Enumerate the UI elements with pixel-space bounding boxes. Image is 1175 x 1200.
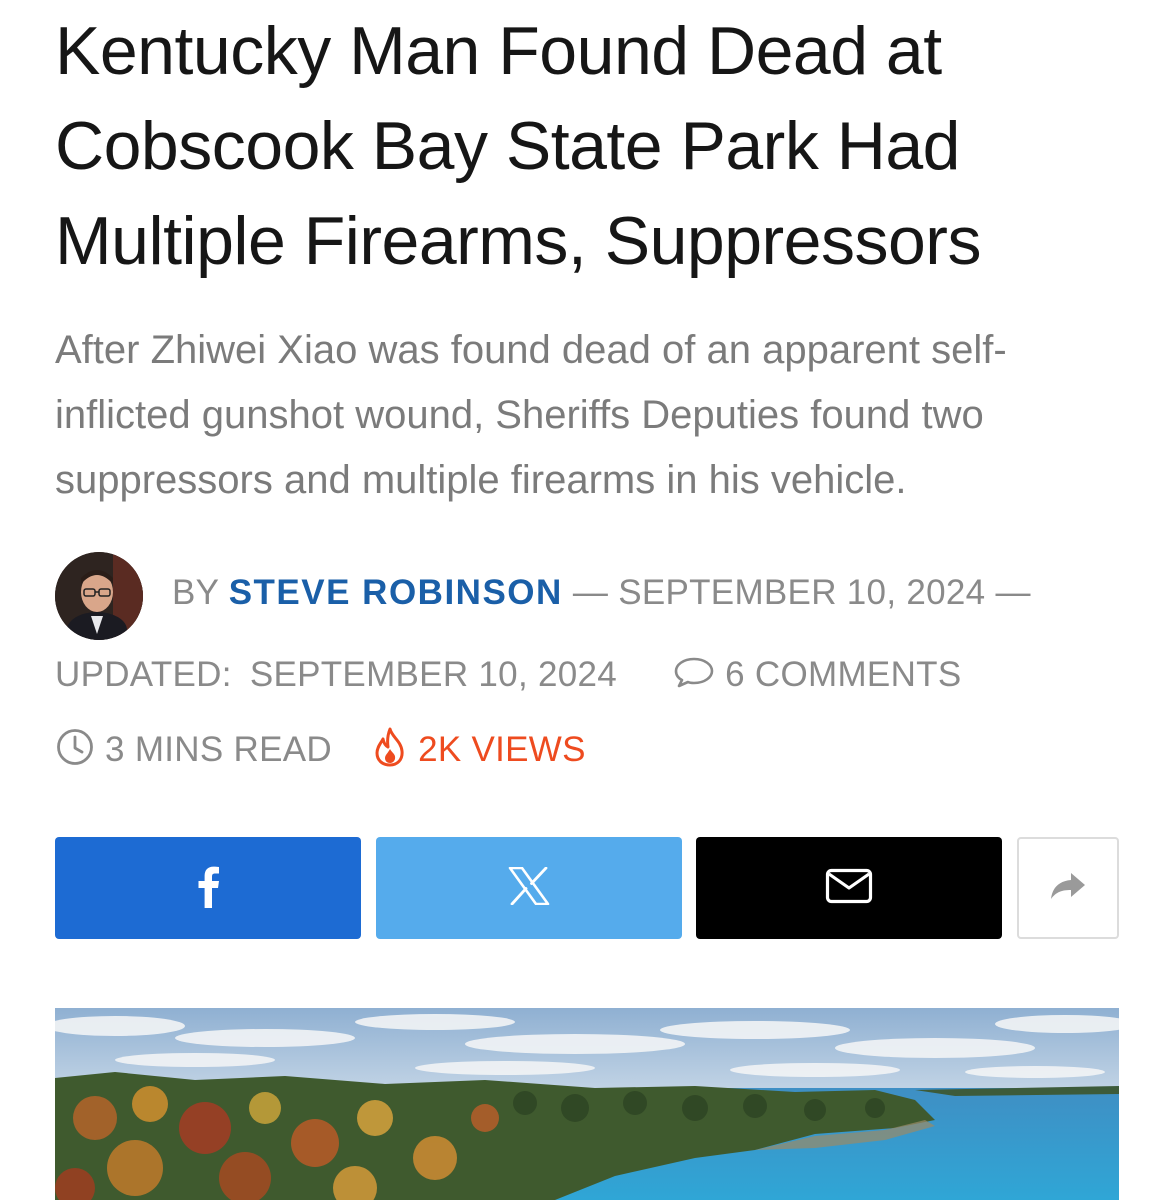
share-facebook-button[interactable]: [55, 837, 361, 939]
separator: —: [572, 573, 609, 612]
comments-count: 6 COMMENTS: [725, 655, 962, 694]
views-count: 2K VIEWS: [418, 729, 586, 769]
by-label: BY: [172, 573, 219, 612]
author-avatar[interactable]: [55, 552, 143, 640]
dek-line: After Zhiwei Xiao was found dead of an a…: [55, 328, 1007, 372]
views-counter: 2K VIEWS: [372, 727, 586, 769]
comments-link[interactable]: 6 COMMENTS: [673, 655, 961, 694]
headline-line: Multiple Firearms, Suppressors: [55, 203, 981, 279]
envelope-icon: [825, 868, 873, 909]
facebook-icon: [195, 864, 221, 913]
fire-icon: [372, 727, 408, 776]
separator: —: [995, 573, 1031, 612]
dek-line: inflicted gunshot wound, Sheriffs Deputi…: [55, 393, 984, 437]
byline-row: BY STEVE ROBINSON — SEPTEMBER 10, 2024 —: [172, 573, 1031, 613]
hero-image: [55, 1008, 1119, 1200]
article-headline: Kentucky Man Found Dead at Cobscook Bay …: [55, 4, 1145, 289]
clock-icon: [55, 727, 95, 776]
comment-bubble-icon: [673, 655, 715, 698]
updated-date: SEPTEMBER 10, 2024: [249, 655, 618, 694]
share-x-button[interactable]: [376, 837, 682, 939]
headline-line: Kentucky Man Found Dead at: [55, 13, 942, 89]
published-date: SEPTEMBER 10, 2024: [618, 573, 986, 612]
share-more-button[interactable]: [1017, 837, 1119, 939]
dek-line: suppressors and multiple firearms in his…: [55, 458, 907, 502]
article-page: Kentucky Man Found Dead at Cobscook Bay …: [0, 0, 1175, 1200]
share-arrow-icon: [1050, 872, 1086, 905]
updated-row: UPDATED: SEPTEMBER 10, 2024 6 COMMENTS: [55, 655, 961, 698]
article-dek: After Zhiwei Xiao was found dead of an a…: [55, 318, 1145, 513]
author-link[interactable]: STEVE ROBINSON: [229, 573, 563, 612]
read-time: 3 MINS READ: [105, 729, 332, 769]
stats-row: 3 MINS READ 2K VIEWS: [55, 727, 586, 776]
updated-label: UPDATED:: [55, 655, 232, 694]
headline-line: Cobscook Bay State Park Had: [55, 108, 960, 184]
share-email-button[interactable]: [696, 837, 1002, 939]
x-icon: [508, 866, 550, 910]
